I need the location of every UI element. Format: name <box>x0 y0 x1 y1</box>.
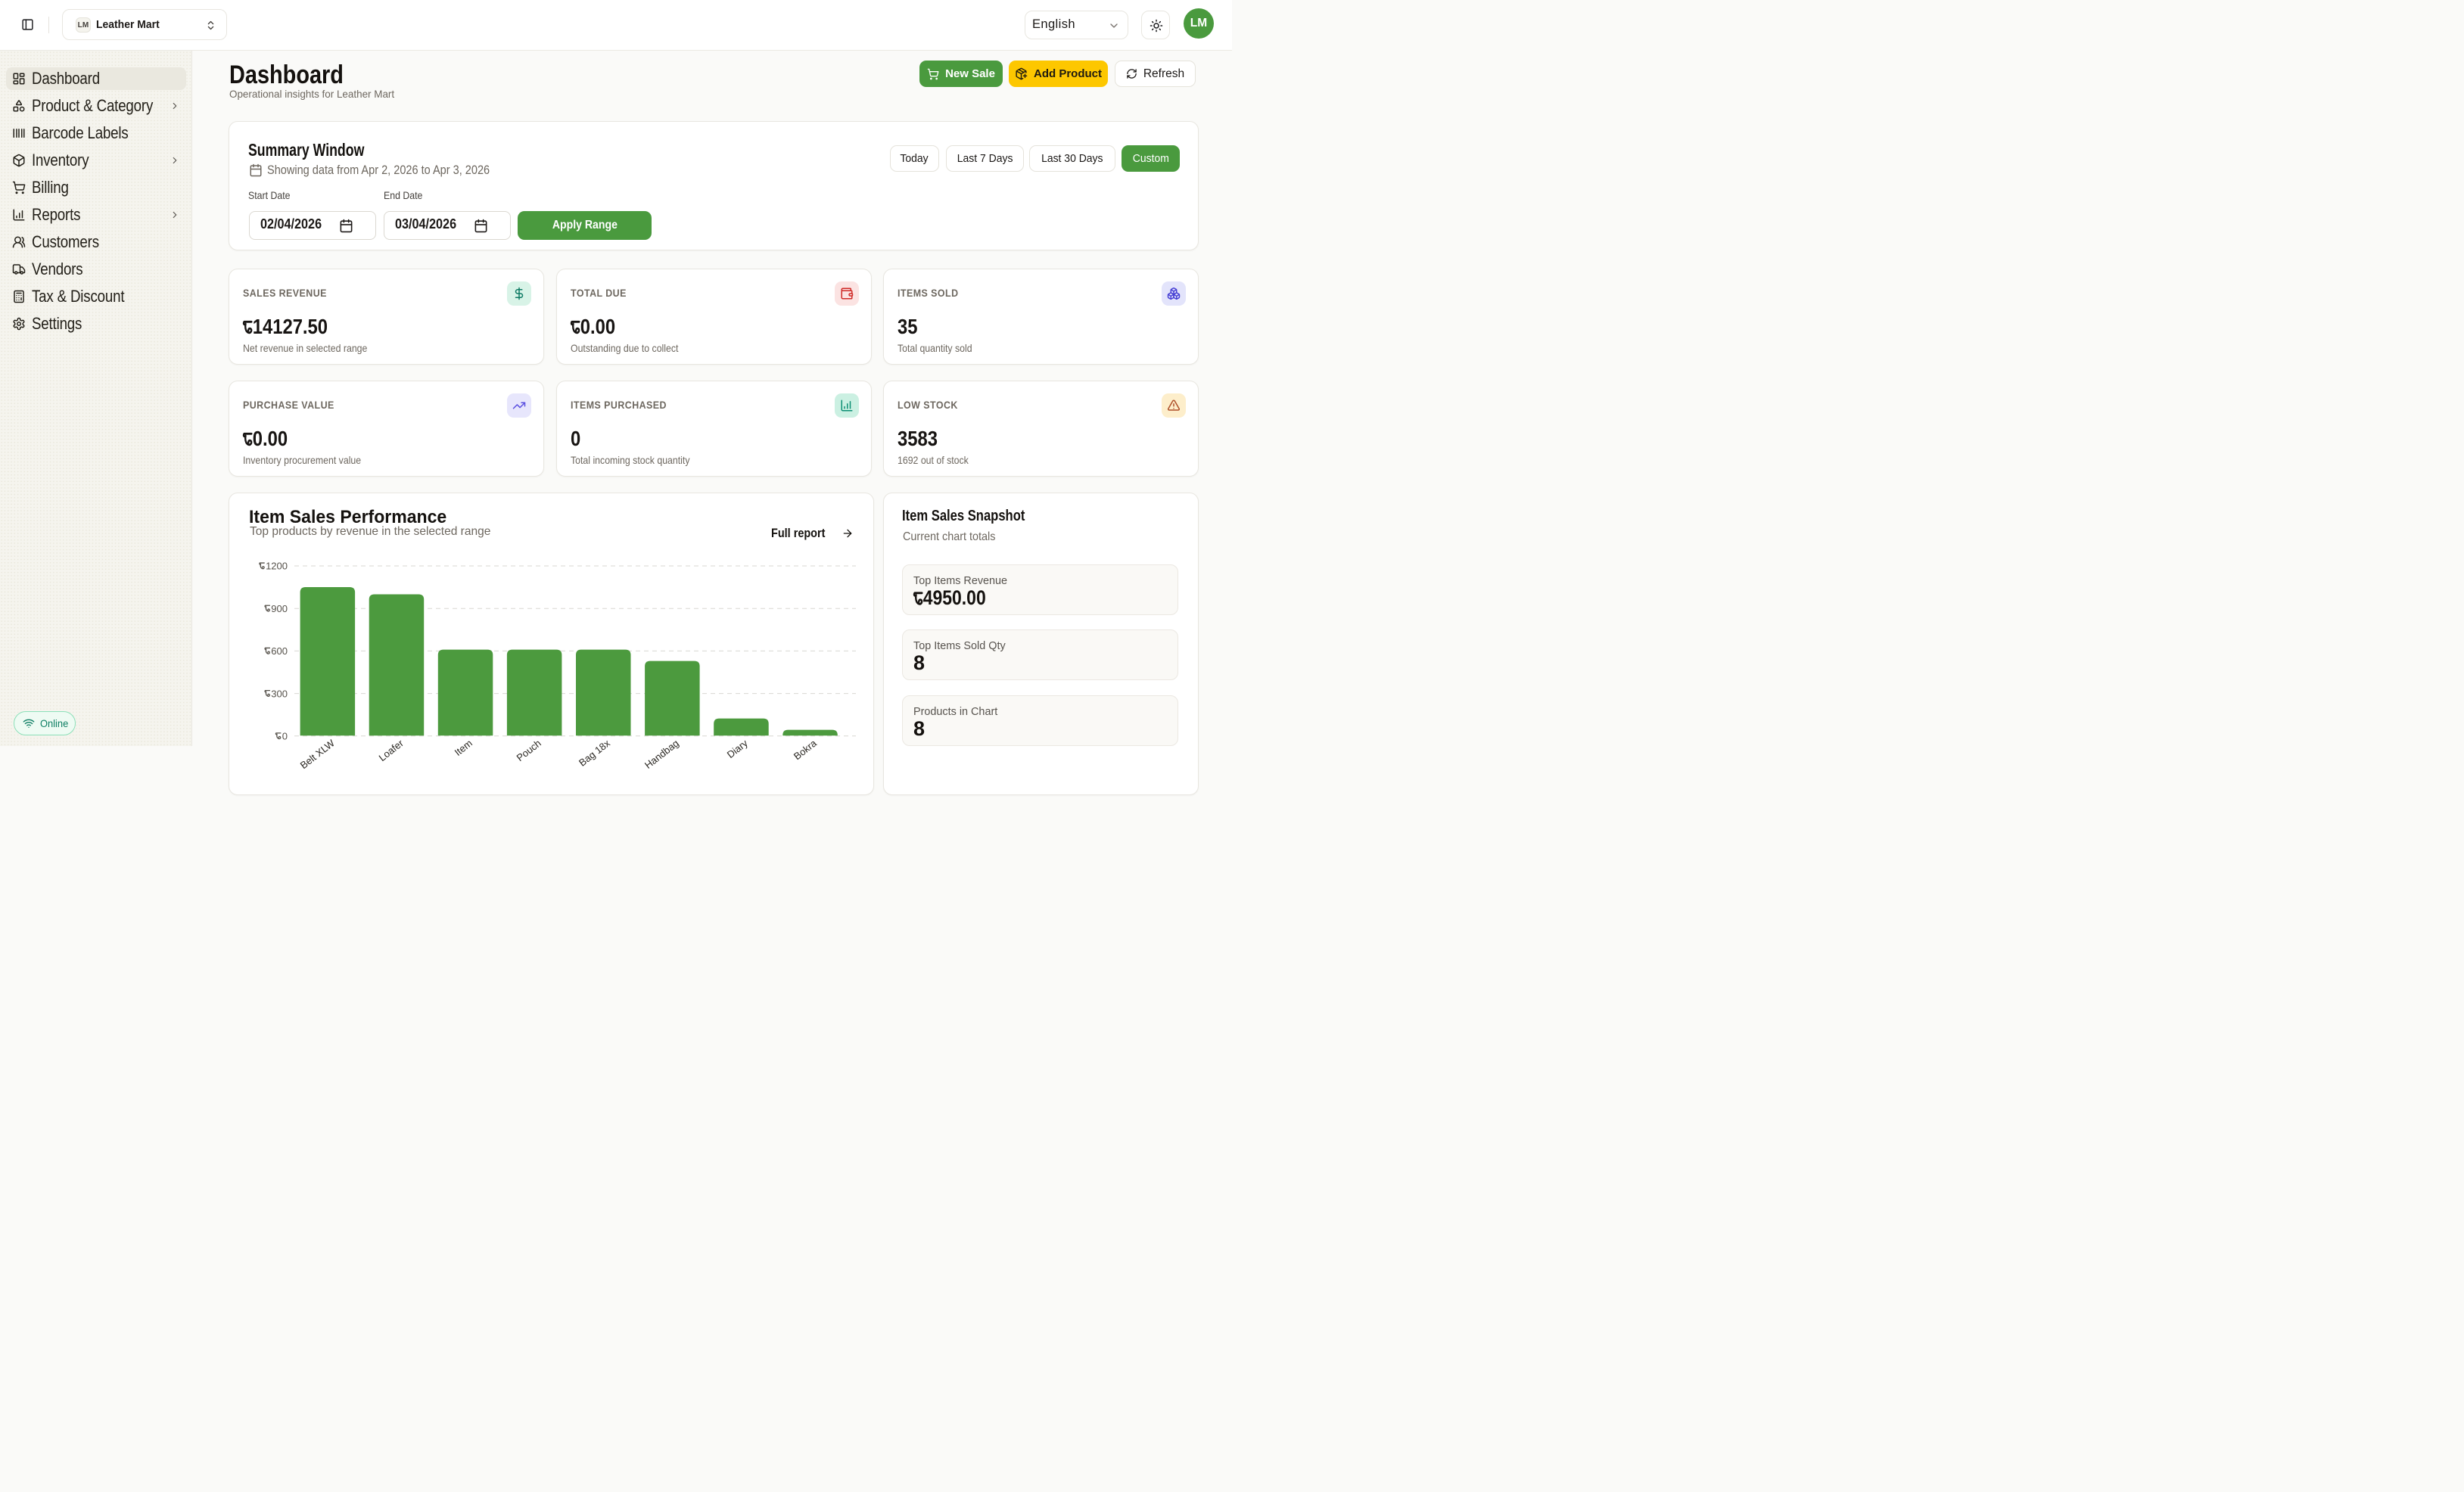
svg-text:Bag 18x: Bag 18x <box>577 737 612 768</box>
svg-text:Bokra: Bokra <box>792 737 820 762</box>
svg-text:600: 600 <box>271 645 288 657</box>
svg-text:0: 0 <box>282 731 288 742</box>
svg-text:900: 900 <box>271 603 288 614</box>
svg-text:Loafer: Loafer <box>377 737 406 763</box>
svg-text:Belt XLW: Belt XLW <box>298 737 338 771</box>
svg-text:300: 300 <box>271 688 288 699</box>
svg-text:Handbag: Handbag <box>642 738 681 771</box>
svg-text:1200: 1200 <box>266 561 288 572</box>
svg-text:Pouch: Pouch <box>515 738 543 764</box>
svg-text:Item: Item <box>453 738 474 758</box>
svg-text:Diary: Diary <box>725 737 751 760</box>
